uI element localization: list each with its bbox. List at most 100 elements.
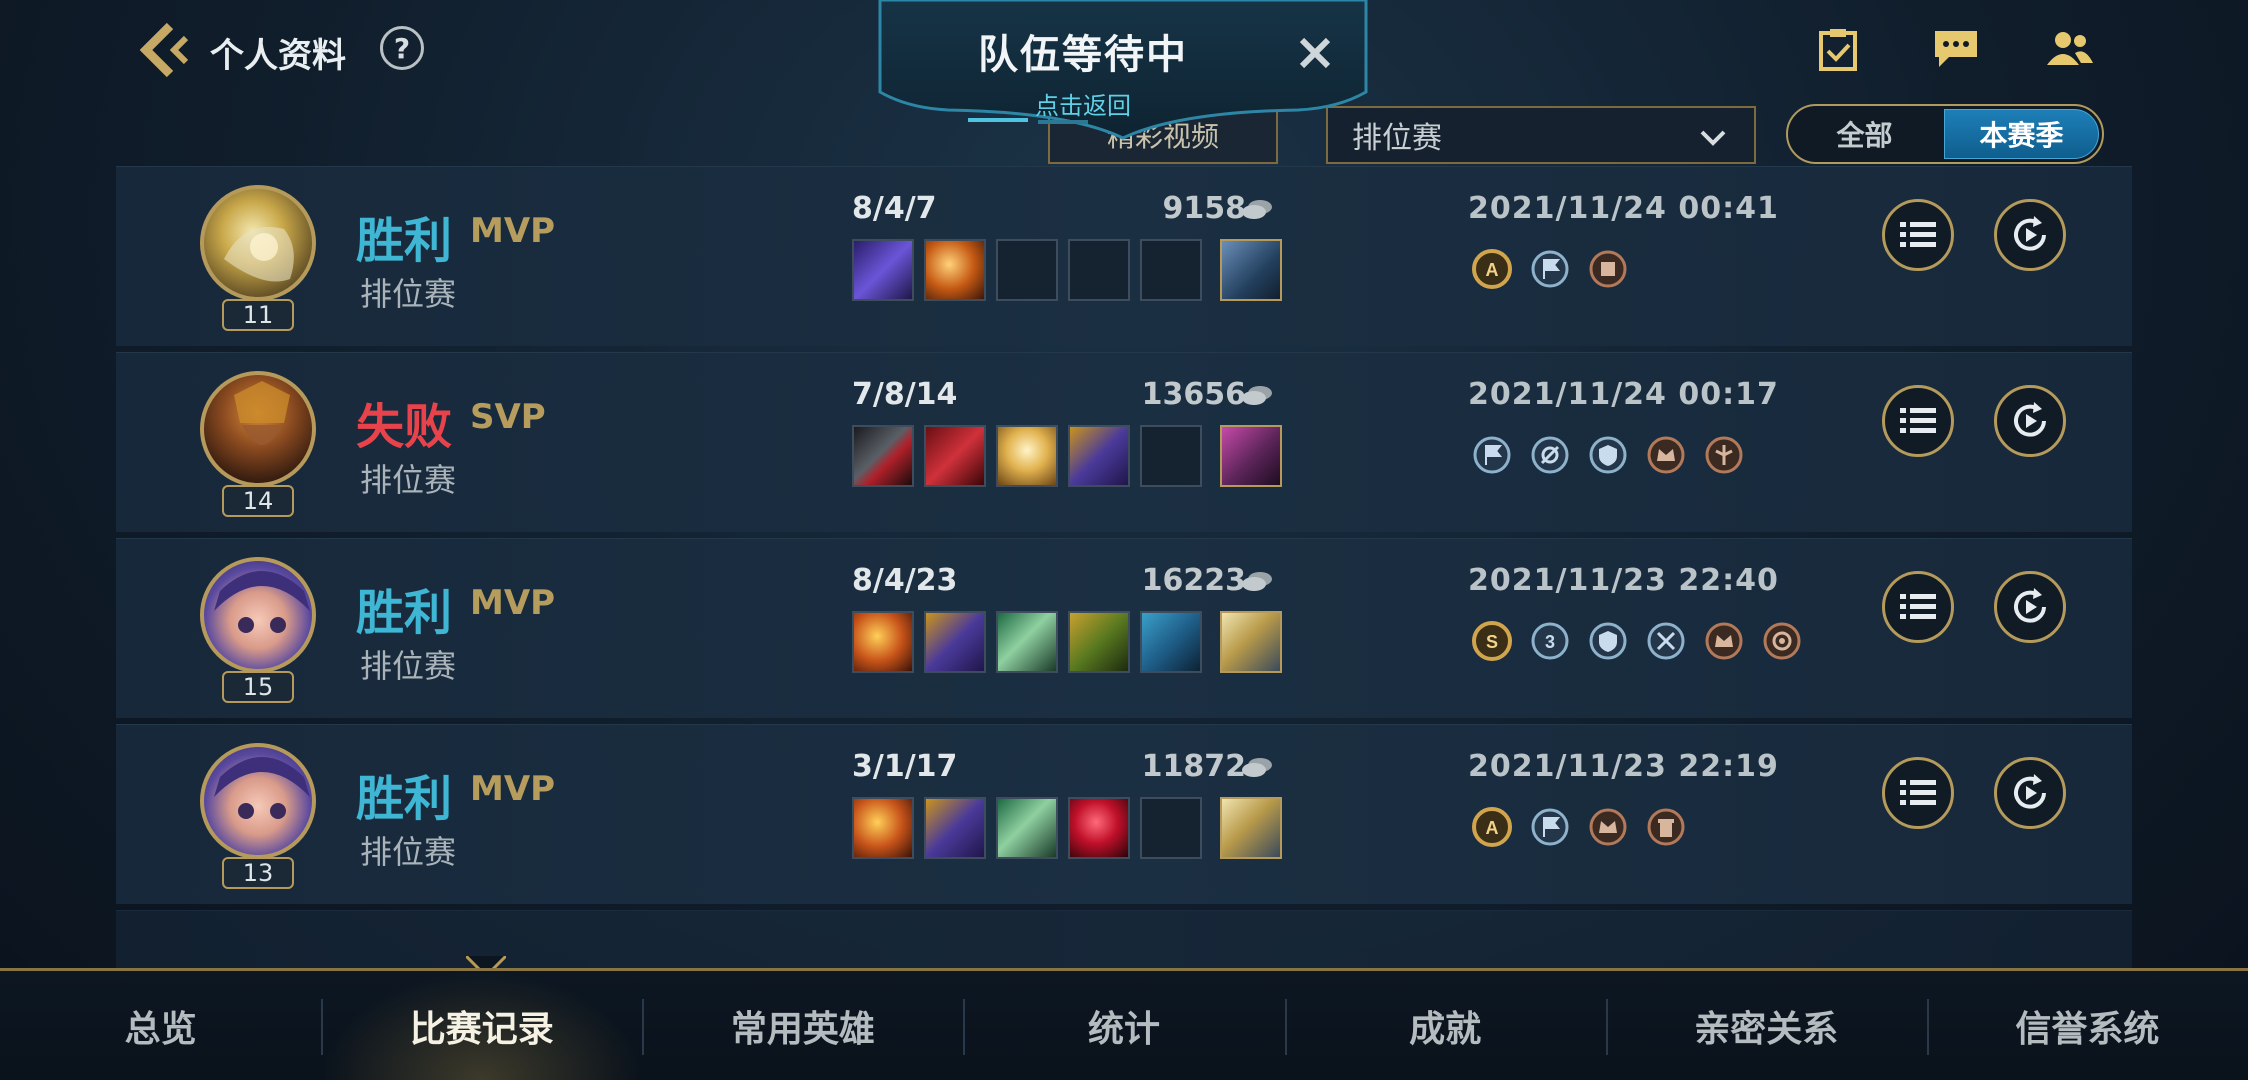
item-slot — [996, 797, 1058, 859]
match-replay-button[interactable] — [1994, 571, 2066, 643]
trinket-slot — [1220, 425, 1282, 487]
sword-badge-icon — [1644, 619, 1688, 663]
match-details-button[interactable] — [1882, 199, 1954, 271]
kda: 8/4/7 — [852, 191, 937, 226]
back-button[interactable] — [140, 20, 194, 80]
tower-badge-icon — [1644, 805, 1688, 849]
tab-honor-system[interactable]: 信誉系统 — [1926, 971, 2248, 1080]
season-option-current[interactable]: 本赛季 — [1944, 109, 2099, 159]
replay-icon — [2014, 402, 2046, 437]
item-slot-empty — [1140, 239, 1202, 301]
item-slot — [924, 797, 986, 859]
list-icon — [1900, 222, 1936, 247]
champion-portrait-icon — [234, 381, 290, 445]
performance-grade: MVP — [470, 211, 556, 251]
flag-badge-icon — [1528, 247, 1572, 291]
gold-amount: 16223 — [1141, 563, 1246, 598]
item-slots — [852, 425, 1282, 487]
match-replay-button[interactable] — [1994, 199, 2066, 271]
gold-amount: 11872 — [1141, 749, 1246, 784]
task-button[interactable] — [1810, 24, 1866, 74]
badge-list: S 3 — [1470, 619, 1804, 663]
tab-stats[interactable]: 统计 — [963, 971, 1284, 1080]
match-replay-button[interactable] — [1994, 385, 2066, 457]
tab-favorite-champions[interactable]: 常用英雄 — [642, 971, 963, 1080]
tab-match-history[interactable]: 比赛记录 — [321, 971, 643, 1080]
queue-subtitle[interactable]: 点击返回 — [878, 86, 1288, 121]
champion-avatar — [200, 371, 316, 487]
chat-icon — [1935, 31, 1977, 67]
tab-overview[interactable]: 总览 — [0, 971, 321, 1080]
friends-icon — [2047, 32, 2093, 65]
target-badge-icon — [1760, 619, 1804, 663]
page-title: 个人资料 — [210, 36, 346, 76]
gold-coin-icon — [1242, 386, 1272, 405]
gold-amount: 9158 — [1162, 191, 1247, 226]
performance-grade: SVP — [470, 397, 546, 437]
match-details-button[interactable] — [1882, 571, 1954, 643]
item-slot — [996, 425, 1058, 487]
task-icon — [1819, 29, 1857, 71]
match-date: 2021/11/24 00:17 — [1468, 377, 1779, 412]
champion-avatar — [200, 557, 316, 673]
match-row-partial[interactable] — [116, 910, 2132, 968]
match-date: 2021/11/23 22:40 — [1468, 563, 1779, 598]
badge-list: A — [1470, 805, 1688, 849]
season-toggle[interactable]: 全部 本赛季 — [1786, 104, 2104, 164]
item-slot-empty — [1068, 239, 1130, 301]
match-details-button[interactable] — [1882, 385, 1954, 457]
queue-banner[interactable]: 队伍等待中 点击返回 — [878, 0, 1368, 140]
replay-icon — [2014, 774, 2046, 809]
match-row[interactable]: 11 胜利 MVP 排位赛 8/4/7 9158 2021/11/24 00:4… — [116, 166, 2132, 346]
item-slot — [1068, 425, 1130, 487]
match-row[interactable]: 14 失败 SVP 排位赛 7/8/14 13656 2021/11/24 00… — [116, 352, 2132, 532]
trinket-slot — [1220, 797, 1282, 859]
svg-text:3: 3 — [1545, 632, 1555, 652]
gold-amount: 13656 — [1141, 377, 1246, 412]
champion-level: 13 — [222, 857, 294, 889]
champion-portrait-icon — [214, 757, 310, 819]
bottom-nav: 总览 比赛记录 常用英雄 统计 成就 亲密关系 信誉系统 — [0, 968, 2248, 1080]
game-mode-dropdown[interactable]: 排位赛 — [1326, 106, 1756, 164]
crown-badge-icon — [1644, 433, 1688, 477]
support-badge-icon — [1702, 433, 1746, 477]
badge-list — [1470, 433, 1746, 477]
item-slot — [924, 239, 986, 301]
chat-button[interactable] — [1928, 24, 1984, 74]
item-slot-empty — [1140, 797, 1202, 859]
match-result: 失败 — [356, 399, 453, 455]
item-slot — [852, 239, 914, 301]
tab-relationships[interactable]: 亲密关系 — [1605, 971, 1927, 1080]
list-icon — [1900, 408, 1936, 433]
crown-badge-icon — [1702, 619, 1746, 663]
item-slot-empty — [1140, 425, 1202, 487]
help-button[interactable]: ? — [380, 26, 424, 70]
champion-level: 15 — [222, 671, 294, 703]
kda: 8/4/23 — [852, 563, 958, 598]
grade-s-badge-icon: S — [1470, 619, 1514, 663]
match-row[interactable]: 15 胜利 MVP 排位赛 8/4/23 16223 2021/11/23 22… — [116, 538, 2132, 718]
match-replay-button[interactable] — [1994, 757, 2066, 829]
badge-list: A — [1470, 247, 1630, 291]
crown-badge-icon — [1586, 805, 1630, 849]
friends-button[interactable] — [2042, 24, 2098, 74]
match-details-button[interactable] — [1882, 757, 1954, 829]
champion-portrait-icon — [214, 571, 310, 633]
item-slot — [924, 425, 986, 487]
bronze-medal-badge-icon — [1586, 247, 1630, 291]
flag-badge-icon — [1470, 433, 1514, 477]
item-slot — [996, 611, 1058, 673]
gold-coin-icon — [1242, 758, 1272, 777]
match-date: 2021/11/24 00:41 — [1468, 191, 1779, 226]
kda: 3/1/17 — [852, 749, 958, 784]
replay-icon — [2014, 216, 2046, 251]
gold-coin-icon — [1242, 200, 1272, 219]
queue-close-button[interactable] — [1298, 36, 1344, 82]
match-mode: 排位赛 — [360, 275, 457, 313]
match-row[interactable]: 13 胜利 MVP 排位赛 3/1/17 11872 2021/11/23 22… — [116, 724, 2132, 904]
season-option-all[interactable]: 全部 — [1788, 106, 1941, 162]
close-icon — [1299, 37, 1331, 69]
match-date: 2021/11/23 22:19 — [1468, 749, 1779, 784]
queue-title: 队伍等待中 — [978, 32, 1188, 78]
tab-achievements[interactable]: 成就 — [1284, 971, 1606, 1080]
